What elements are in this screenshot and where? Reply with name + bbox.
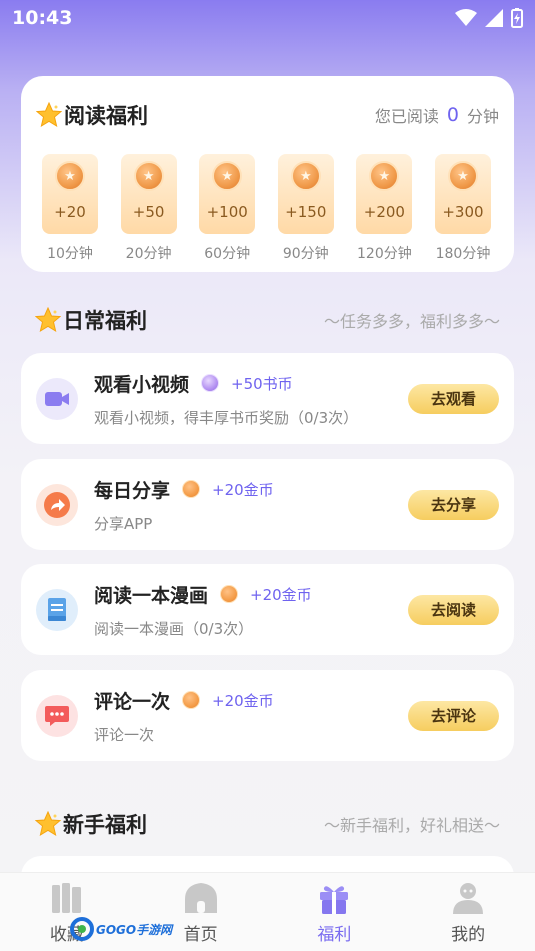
read-minutes: 0 xyxy=(446,104,459,126)
status-time: 10:43 xyxy=(12,7,73,29)
task-name: 观看小视频 xyxy=(94,373,190,396)
reward-time: 10分钟 xyxy=(47,246,93,262)
nav-label: 福利 xyxy=(317,925,352,945)
reward-box: ★ +200 xyxy=(356,154,413,234)
reading-reward-item[interactable]: ★ +150 90分钟 xyxy=(277,154,334,263)
purple-coin-icon xyxy=(201,374,220,392)
task-daily-share: 每日分享 +20金币 分享APP 去分享 xyxy=(21,459,514,550)
reward-amount: +150 xyxy=(285,203,327,221)
read-prefix: 您已阅读 xyxy=(374,107,439,126)
reward-box: ★ +50 xyxy=(120,154,177,234)
reading-reward-item[interactable]: ★ +20 10分钟 xyxy=(42,154,98,263)
reward-time: 180分钟 xyxy=(435,246,491,262)
task-name: 阅读一本漫画 xyxy=(94,584,209,607)
reward-box: ★ +100 xyxy=(199,154,256,234)
daily-welfare-subtitle: ～任务多多，福利多多～ xyxy=(323,312,500,331)
signal-icon xyxy=(485,9,503,27)
daily-welfare-title: 日常福利 xyxy=(63,309,147,333)
task-read-comic: 阅读一本漫画 +20金币 阅读一本漫画（0/3次） 去阅读 xyxy=(21,564,514,655)
reading-rewards-list: ★ +20 10分钟 ★ +50 20分钟 ★ +100 60分钟 ★ +150 xyxy=(36,154,499,263)
comment-icon xyxy=(36,694,78,737)
task-watch-video: 观看小视频 +50书币 观看小视频，得丰厚书币奖励（0/3次） 去观看 xyxy=(21,353,514,444)
task-description: 观看小视频，得丰厚书币奖励（0/3次） xyxy=(94,408,359,427)
task-comment: 评论一次 +20金币 评论一次 去评论 xyxy=(21,670,514,761)
read-status: 您已阅读 0 分钟 xyxy=(375,103,499,127)
coin-icon: ★ xyxy=(55,161,85,191)
task-text: 评论一次 +20金币 评论一次 xyxy=(94,687,408,745)
watermark-logo-icon xyxy=(70,917,94,941)
task-name: 每日分享 xyxy=(94,479,171,502)
share-icon xyxy=(36,483,78,526)
reading-reward-item[interactable]: ★ +200 120分钟 xyxy=(356,154,413,263)
status-icons xyxy=(455,8,523,28)
user-icon xyxy=(453,883,484,914)
reward-time: 120分钟 xyxy=(357,246,412,262)
task-description: 阅读一本漫画（0/3次） xyxy=(94,619,254,638)
book-icon xyxy=(36,588,78,631)
reward-time: 20分钟 xyxy=(125,246,172,262)
task-text: 每日分享 +20金币 分享APP xyxy=(94,476,408,534)
reading-welfare-header: 阅读福利 您已阅读 0 分钟 xyxy=(36,76,499,154)
bookshelf-icon xyxy=(51,883,81,913)
coin-icon: ★ xyxy=(290,161,321,191)
daily-welfare-header: 日常福利 ～任务多多，福利多多～ xyxy=(35,304,500,336)
reading-reward-item[interactable]: ★ +100 60分钟 xyxy=(199,154,256,263)
watermark-text: GOGO手游网 xyxy=(96,922,173,937)
task-text: 观看小视频 +50书币 观看小视频，得丰厚书币奖励（0/3次） xyxy=(94,370,408,428)
nav-item-welfare[interactable]: 福利 xyxy=(268,873,402,951)
battery-icon xyxy=(511,8,523,28)
gift-icon xyxy=(320,886,349,914)
task-reward: +20金币 xyxy=(212,691,274,710)
newbie-welfare-title: 新手福利 xyxy=(63,813,147,837)
newbie-welfare-header: 新手福利 ～新手福利，好礼相送～ xyxy=(35,808,500,840)
reward-box: ★ +300 xyxy=(434,154,491,234)
star-icon xyxy=(35,811,61,837)
newbie-welfare-subtitle: ～新手福利，好礼相送～ xyxy=(323,816,500,835)
reward-amount: +50 xyxy=(132,203,165,221)
reward-amount: +300 xyxy=(442,203,484,221)
reading-welfare-card: 阅读福利 您已阅读 0 分钟 ★ +20 10分钟 ★ +50 20分钟 ★ +… xyxy=(21,76,514,272)
coin-icon: ★ xyxy=(133,161,164,191)
reward-amount: +200 xyxy=(363,203,405,221)
gold-coin-icon xyxy=(182,691,201,709)
star-icon xyxy=(35,307,61,333)
task-name: 评论一次 xyxy=(94,690,171,713)
nav-label: 首页 xyxy=(183,925,218,945)
wifi-icon xyxy=(455,9,477,26)
reward-time: 90分钟 xyxy=(282,246,329,262)
home-icon xyxy=(184,883,217,913)
reward-time: 60分钟 xyxy=(204,246,251,262)
task-text: 阅读一本漫画 +20金币 阅读一本漫画（0/3次） xyxy=(94,581,408,639)
reading-reward-item[interactable]: ★ +50 20分钟 xyxy=(120,154,177,263)
reading-welfare-title: 阅读福利 xyxy=(64,104,148,128)
reward-box: ★ +150 xyxy=(277,154,334,234)
task-description: 评论一次 xyxy=(94,725,155,744)
reward-amount: +20 xyxy=(54,203,86,221)
task-reward: +50书币 xyxy=(231,374,293,393)
watch-button[interactable]: 去观看 xyxy=(408,383,499,414)
status-bar: 10:43 xyxy=(0,0,535,36)
coin-icon: ★ xyxy=(447,161,478,191)
nav-item-mine[interactable]: 我的 xyxy=(401,873,535,951)
coin-icon: ★ xyxy=(369,161,400,191)
coin-icon: ★ xyxy=(212,161,243,191)
reward-box: ★ +20 xyxy=(42,154,98,234)
comment-button[interactable]: 去评论 xyxy=(408,700,499,731)
gold-coin-icon xyxy=(182,480,201,498)
read-button[interactable]: 去阅读 xyxy=(408,594,499,625)
task-reward: +20金币 xyxy=(212,480,274,499)
task-reward: +20金币 xyxy=(250,585,312,604)
nav-label: 我的 xyxy=(451,925,486,945)
reward-amount: +100 xyxy=(206,203,248,221)
task-description: 分享APP xyxy=(94,514,153,533)
watermark: GOGO手游网 xyxy=(70,915,172,943)
reading-reward-item[interactable]: ★ +300 180分钟 xyxy=(434,154,491,263)
share-button[interactable]: 去分享 xyxy=(408,489,499,520)
video-icon xyxy=(36,377,78,420)
read-suffix: 分钟 xyxy=(466,107,499,126)
star-icon xyxy=(36,102,62,128)
gold-coin-icon xyxy=(220,585,239,603)
